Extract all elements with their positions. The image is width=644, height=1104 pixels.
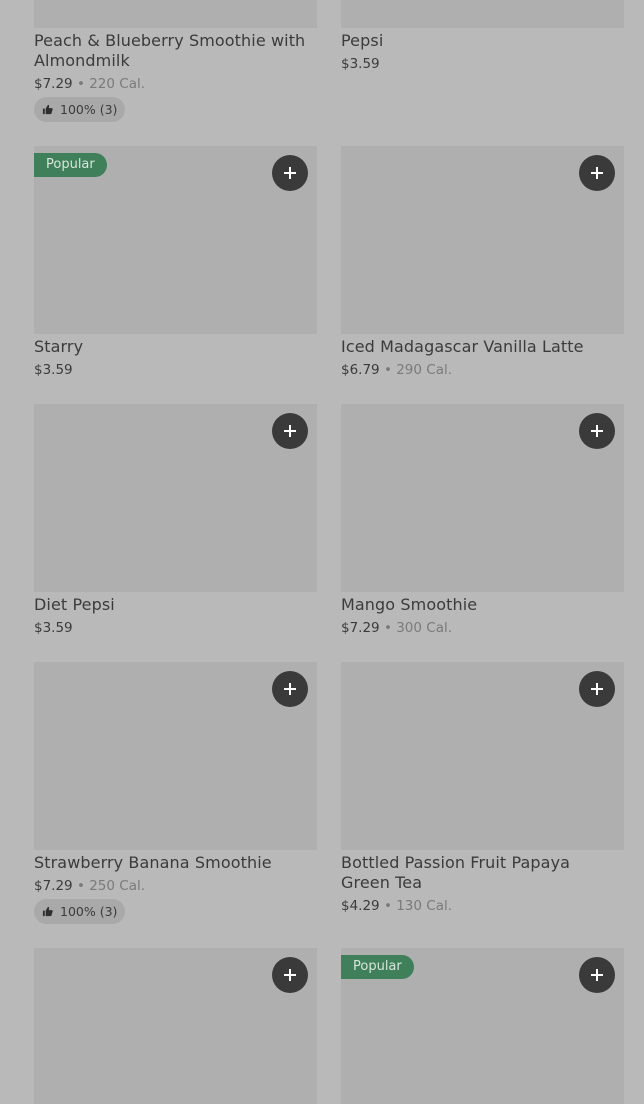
- item-name: Mango Smoothie: [341, 595, 478, 614]
- item-name: Pepsi: [341, 31, 384, 50]
- menu-item-card[interactable]: Popular: [341, 948, 624, 1104]
- plus-icon: [284, 683, 296, 695]
- add-item-button[interactable]: [272, 957, 308, 993]
- popular-badge: Popular: [341, 955, 414, 979]
- item-price-calories: $3.59: [34, 619, 73, 637]
- plus-icon: [284, 425, 296, 437]
- menu-item-card[interactable]: Strawberry Banana Smoothie $7.29 • 250 C…: [34, 662, 317, 927]
- rating-text: 100% (3): [60, 904, 118, 919]
- add-item-button[interactable]: [579, 671, 615, 707]
- rating-badge: 100% (3): [34, 899, 126, 924]
- plus-icon: [591, 683, 603, 695]
- item-price: $4.29: [341, 898, 380, 914]
- popular-badge: Popular: [34, 153, 107, 177]
- item-price: $7.29: [34, 76, 73, 92]
- item-name: Peach & Blueberry Smoothie with Almondmi…: [34, 31, 306, 70]
- menu-item-card[interactable]: Peach & Blueberry Smoothie with Almondmi…: [34, 0, 317, 125]
- item-price: $3.59: [34, 362, 73, 378]
- add-item-button[interactable]: [579, 413, 615, 449]
- meta-separator: •: [76, 76, 85, 92]
- item-price: $3.59: [341, 56, 380, 72]
- item-image: [34, 0, 317, 28]
- rating-badge: 100% (3): [34, 97, 126, 122]
- item-calories: 130 Cal.: [396, 898, 453, 914]
- item-calories: 300 Cal.: [396, 620, 453, 636]
- item-price: $7.29: [34, 878, 73, 894]
- menu-item-card[interactable]: Iced Madagascar Vanilla Latte $6.79 • 29…: [341, 146, 624, 381]
- menu-item-card[interactable]: Diet Pepsi $3.59: [34, 404, 317, 639]
- thumbs-up-icon: [42, 104, 60, 115]
- plus-icon: [591, 969, 603, 981]
- item-calories: 220 Cal.: [89, 76, 146, 92]
- plus-icon: [591, 425, 603, 437]
- meta-separator: •: [383, 898, 392, 914]
- item-name: Bottled Passion Fruit Papaya Green Tea: [341, 853, 571, 892]
- menu-item-card[interactable]: Mango Smoothie $7.29 • 300 Cal.: [341, 404, 624, 639]
- add-item-button[interactable]: [272, 671, 308, 707]
- menu-item-grid: Peach & Blueberry Smoothie with Almondmi…: [0, 0, 644, 1104]
- item-calories: 290 Cal.: [396, 362, 453, 378]
- item-price: $7.29: [341, 620, 380, 636]
- meta-separator: •: [76, 878, 85, 894]
- item-price-calories: $7.29 • 220 Cal.: [34, 75, 145, 93]
- item-price: $3.59: [34, 620, 73, 636]
- rating-text: 100% (3): [60, 102, 118, 117]
- plus-icon: [284, 969, 296, 981]
- item-price-calories: $3.59: [34, 361, 73, 379]
- menu-item-card[interactable]: Popular Starry $3.59: [34, 146, 317, 381]
- add-item-button[interactable]: [272, 413, 308, 449]
- plus-icon: [591, 167, 603, 179]
- item-price-calories: $7.29 • 250 Cal.: [34, 877, 145, 895]
- item-image: [341, 0, 624, 28]
- thumbs-up-icon: [42, 906, 60, 917]
- item-name: Starry: [34, 337, 84, 356]
- item-name: Iced Madagascar Vanilla Latte: [341, 337, 584, 356]
- item-price: $6.79: [341, 362, 380, 378]
- item-price-calories: $3.59: [341, 55, 380, 73]
- add-item-button[interactable]: [272, 155, 308, 191]
- meta-separator: •: [383, 362, 392, 378]
- item-price-calories: $4.29 • 130 Cal.: [341, 897, 452, 915]
- plus-icon: [284, 167, 296, 179]
- meta-separator: •: [383, 620, 392, 636]
- item-price-calories: $6.79 • 290 Cal.: [341, 361, 452, 379]
- item-name: Strawberry Banana Smoothie: [34, 853, 272, 872]
- menu-item-card[interactable]: Pepsi $3.59: [341, 0, 624, 80]
- item-price-calories: $7.29 • 300 Cal.: [341, 619, 452, 637]
- add-item-button[interactable]: [579, 957, 615, 993]
- item-name: Diet Pepsi: [34, 595, 115, 614]
- item-calories: 250 Cal.: [89, 878, 146, 894]
- add-item-button[interactable]: [579, 155, 615, 191]
- menu-item-card[interactable]: [34, 948, 317, 1104]
- menu-item-card[interactable]: Bottled Passion Fruit Papaya Green Tea $…: [341, 662, 624, 927]
